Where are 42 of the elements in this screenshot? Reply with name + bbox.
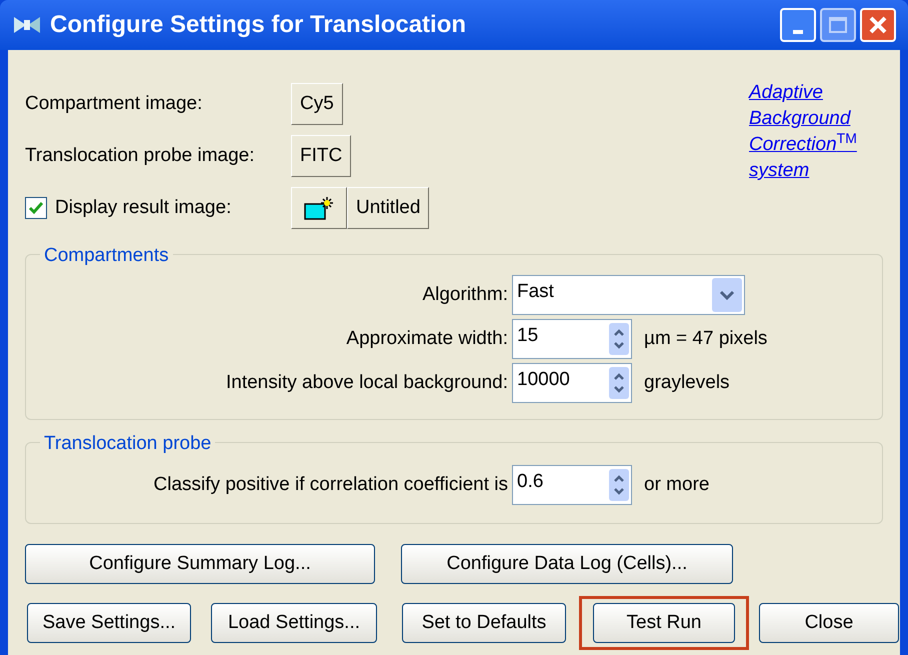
minimize-button[interactable]	[780, 8, 816, 42]
display-result-checkbox[interactable]	[25, 197, 47, 219]
field-label: Classify positive if correlation coefficient is	[152, 472, 509, 497]
algorithm-dropdown[interactable]: Fast	[512, 275, 745, 315]
field-label: Algorithm:	[421, 282, 509, 307]
image-button[interactable]: Cy5	[291, 83, 343, 125]
checkbox-label: Display result image:	[54, 196, 232, 220]
chevron-down-icon[interactable]	[712, 278, 742, 312]
close-icon	[868, 15, 888, 35]
link-text[interactable]: Adaptive	[749, 80, 857, 106]
link-text[interactable]: system	[749, 158, 857, 184]
maximize-icon	[829, 17, 847, 33]
unit-label: graylevels	[644, 370, 730, 395]
window-title: Configure Settings for Translocation	[50, 10, 466, 40]
spin-field[interactable]: 0.6	[512, 465, 632, 505]
action-button[interactable]: Set to Defaults	[402, 603, 566, 643]
action-button[interactable]: Load Settings...	[211, 603, 377, 643]
action-button[interactable]: Close	[759, 603, 899, 643]
image-button[interactable]: FITC	[291, 135, 352, 177]
spinner-arrows-icon[interactable]	[609, 469, 629, 501]
link-text[interactable]: Background	[749, 106, 857, 132]
new-image-icon	[303, 195, 335, 221]
field-label: Approximate width:	[345, 326, 509, 351]
field-label: Intensity above local background:	[224, 370, 509, 395]
checkmark-icon	[28, 201, 44, 215]
minimize-icon	[793, 30, 803, 34]
close-window-button[interactable]	[860, 8, 896, 42]
spin-field[interactable]: 10000	[512, 363, 632, 403]
action-button[interactable]: Test Run	[593, 603, 735, 643]
new-image-button[interactable]	[291, 187, 347, 229]
spinner-arrows-icon[interactable]	[609, 367, 629, 399]
source-label: Translocation probe image:	[25, 144, 256, 168]
app-icon	[12, 14, 42, 36]
source-label: Compartment image:	[25, 92, 204, 116]
unit-label: µm = 47 pixels	[644, 326, 768, 351]
log-button[interactable]: Configure Summary Log...	[25, 544, 375, 584]
spinner-arrows-icon[interactable]	[609, 323, 629, 355]
spin-field[interactable]: 15	[512, 319, 632, 359]
action-button[interactable]: Save Settings...	[27, 603, 191, 643]
output-image-button[interactable]: Untitled	[347, 187, 430, 229]
log-button[interactable]: Configure Data Log (Cells)...	[401, 544, 733, 584]
unit-label: or more	[644, 472, 710, 497]
